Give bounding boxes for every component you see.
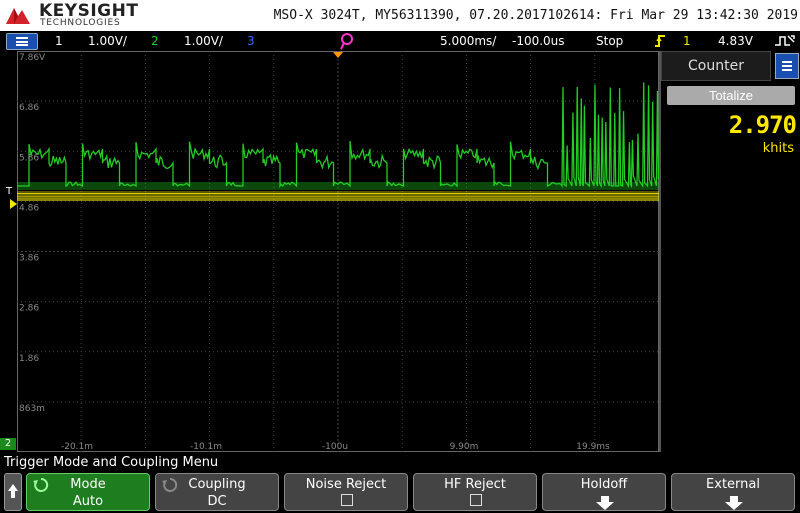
search-icon[interactable] [338, 32, 354, 50]
down-arrow-icon [725, 496, 743, 510]
ch2-scale[interactable]: 1.00V/ [184, 34, 223, 48]
trigger-source[interactable]: 1 [683, 34, 691, 48]
coupling-softkey[interactable]: Coupling DC [155, 473, 279, 511]
time-delay[interactable]: -100.0us [512, 34, 565, 48]
x-tick-label: -10.1m [190, 442, 222, 452]
trigger-level[interactable]: 4.83V [718, 34, 753, 48]
ch1-number[interactable]: 1 [55, 34, 63, 48]
x-axis-labels: -20.1m -10.1m -100u 9.90m 19.9ms [61, 442, 610, 452]
coupling-value: DC [207, 494, 227, 509]
y-axis-labels: 7.86V 6.86 5.86 4.86 3.86 2.86 1.86 863m [19, 53, 46, 414]
counter-title: Counter [661, 51, 771, 81]
ch1-ground-marker[interactable] [10, 199, 17, 209]
trigger-edge-icon [655, 35, 665, 47]
mode-label: Mode [70, 477, 106, 492]
panel-menu-button[interactable] [775, 53, 799, 79]
y-tick-label: 5.86 [19, 153, 39, 163]
external-softkey[interactable]: External [671, 473, 795, 511]
ch2-baseline-band [17, 182, 659, 190]
status-bar: 1 1.00V/ 2 1.00V/ 3 5.000ms/ -100.0us St… [0, 31, 800, 51]
counter-panel: Counter Totalize 2.970 khits [659, 51, 800, 452]
noise-reject-checkbox[interactable] [341, 494, 353, 506]
ch2-number[interactable]: 2 [151, 34, 159, 48]
hf-reject-softkey[interactable]: HF Reject [413, 473, 537, 511]
holdoff-label: Holdoff [580, 477, 628, 492]
y-tick-label: 6.86 [19, 103, 39, 113]
counter-value: 2.970 [728, 111, 797, 139]
x-tick-label: 19.9ms [576, 442, 610, 452]
y-tick-label: 1.86 [19, 354, 39, 364]
trigger-level-marker[interactable]: T [6, 186, 12, 197]
y-tick-label: 4.86 [19, 203, 39, 213]
noise-reject-softkey[interactable]: Noise Reject [284, 473, 408, 511]
keysight-logo-icon [6, 8, 30, 24]
y-tick-label: 863m [19, 404, 45, 414]
softkey-menu-title: Trigger Mode and Coupling Menu [4, 455, 219, 470]
totalize-button[interactable]: Totalize [667, 86, 795, 105]
trigger-position-marker[interactable] [333, 52, 343, 58]
title-bar: KEYSIGHT TECHNOLOGIES MSO-X 3024T, MY563… [0, 0, 800, 31]
auto-scale-icon[interactable] [774, 33, 796, 49]
hf-reject-label: HF Reject [444, 477, 506, 492]
up-arrow-icon [8, 484, 18, 498]
timebase-scale[interactable]: 5.000ms/ [440, 34, 496, 48]
counter-unit: khits [762, 141, 794, 156]
mode-value: Auto [72, 494, 104, 509]
x-tick-label: 9.90m [450, 442, 479, 452]
mode-softkey[interactable]: Mode Auto [26, 473, 150, 511]
softkey-bar: Mode Auto Coupling DC Noise Reject HF Re… [0, 472, 800, 512]
holdoff-softkey[interactable]: Holdoff [542, 473, 666, 511]
main-menu-button[interactable] [6, 33, 38, 50]
menu-up-button[interactable] [4, 473, 22, 511]
ch2-ground-marker[interactable]: 2 [0, 438, 16, 450]
y-tick-label: 3.86 [19, 254, 39, 264]
run-state[interactable]: Stop [596, 34, 623, 48]
coupling-label: Coupling [188, 477, 246, 492]
menu-icon [782, 61, 792, 71]
x-tick-label: -100u [322, 442, 348, 452]
x-tick-label: -20.1m [61, 442, 93, 452]
y-tick-label: 7.86V [19, 53, 46, 63]
external-label: External [706, 477, 760, 492]
instrument-info: MSO-X 3024T, MY56311390, 07.20.201710261… [273, 8, 798, 23]
y-tick-label: 2.86 [19, 304, 39, 314]
waveform-display[interactable]: 7.86V 6.86 5.86 4.86 3.86 2.86 1.86 863m -20.1m… [17, 51, 659, 452]
hf-reject-checkbox[interactable] [470, 494, 482, 506]
down-arrow-icon [596, 496, 614, 510]
ch1-scale[interactable]: 1.00V/ [88, 34, 127, 48]
noise-reject-label: Noise Reject [305, 477, 387, 492]
ch3-number[interactable]: 3 [247, 34, 255, 48]
menu-icon [16, 37, 28, 46]
brand-subtitle: TECHNOLOGIES [40, 18, 121, 28]
ch2-trace [17, 82, 659, 189]
